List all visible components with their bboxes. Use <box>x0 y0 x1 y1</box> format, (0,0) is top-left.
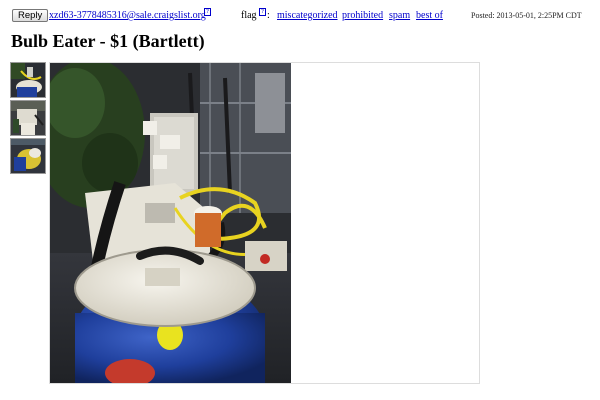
thumbnail-2-image <box>11 101 45 135</box>
thumbnail-3-image <box>11 139 45 173</box>
flag-miscategorized-link[interactable]: miscategorized <box>277 10 338 21</box>
thumbnail-1-image <box>11 63 45 97</box>
main-photo-frame <box>49 62 480 384</box>
reply-email-link[interactable]: xzd63-3778485316@sale.craigslist.org <box>49 10 206 21</box>
bulb-eater-photo-image <box>50 63 291 383</box>
flag-prohibited-link[interactable]: prohibited <box>342 10 383 21</box>
reply-help-icon[interactable]: ? <box>204 8 211 16</box>
listing-title: Bulb Eater - $1 (Bartlett) <box>11 31 205 51</box>
flag-colon: : <box>267 10 270 21</box>
flag-spam-link[interactable]: spam <box>389 10 410 21</box>
posted-timestamp: Posted: 2013-05-01, 2:25PM CDT <box>471 11 582 20</box>
thumbnail-3[interactable] <box>10 138 46 174</box>
thumbnail-1[interactable] <box>10 62 46 98</box>
thumbnail-2[interactable] <box>10 100 46 136</box>
posting-header: Reply xzd63-3778485316@sale.craigslist.o… <box>12 8 590 25</box>
main-photo[interactable] <box>50 63 291 383</box>
flag-help-icon[interactable]: ? <box>259 8 266 16</box>
flag-best-of-link[interactable]: best of <box>416 10 443 21</box>
flag-label: flag <box>241 10 257 21</box>
reply-button[interactable]: Reply <box>12 9 49 22</box>
thumbnail-strip <box>10 62 46 176</box>
